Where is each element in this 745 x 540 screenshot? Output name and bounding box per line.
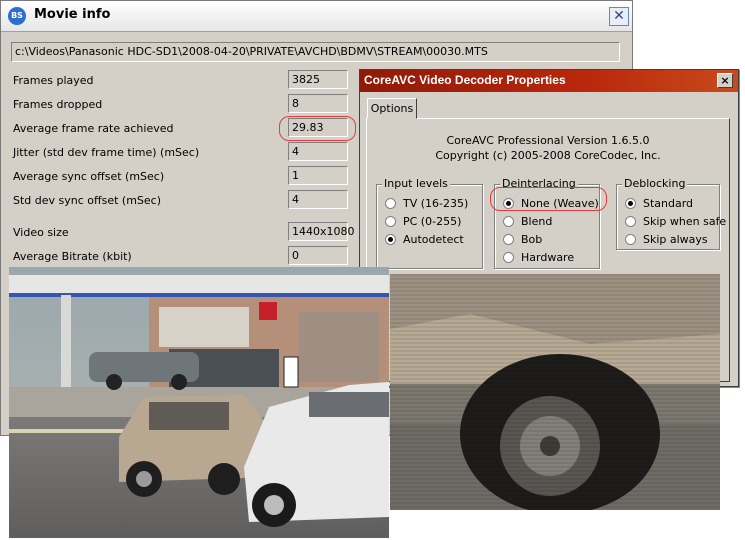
radio-blend[interactable]: Blend <box>503 215 552 228</box>
close-icon[interactable]: ✕ <box>609 7 629 26</box>
radio-label: Bob <box>521 233 543 246</box>
std-dev-sync-offset-value: 4 <box>288 190 348 209</box>
radio-label: Skip always <box>643 233 708 246</box>
wheel-closeup-photo <box>390 274 720 510</box>
radio-label: Skip when safe <box>643 215 727 228</box>
street-scene-photo <box>9 267 389 538</box>
street-scene-image <box>9 267 389 538</box>
radio-label: TV (16-235) <box>403 197 469 210</box>
wheel-closeup-image <box>390 274 720 510</box>
movie-info-titlebar[interactable]: BS Movie info ✕ <box>1 1 632 32</box>
frame-rate-highlight <box>279 116 356 141</box>
radio-label: PC (0-255) <box>403 215 462 228</box>
radio-button-icon <box>503 252 514 263</box>
frames-played-value: 3825 <box>288 70 348 89</box>
avg-bitrate-value: 0 <box>288 246 348 265</box>
video-size-label: Video size <box>13 226 69 239</box>
radio-button-icon <box>385 198 396 209</box>
radio-button-icon <box>625 234 636 245</box>
file-path-field[interactable]: c:\Videos\Panasonic HDC-SD1\2008-04-20\P… <box>11 42 620 62</box>
frames-dropped-value: 8 <box>288 94 348 113</box>
avg-sync-offset-label: Average sync offset (mSec) <box>13 170 165 183</box>
radio-label: Autodetect <box>403 233 464 246</box>
coreavc-titlebar[interactable]: CoreAVC Video Decoder Properties × <box>360 70 738 92</box>
app-logo-icon: BS <box>8 7 26 25</box>
version-text: CoreAVC Professional Version 1.6.5.0 <box>446 134 650 147</box>
coreavc-title: CoreAVC Video Decoder Properties <box>364 73 566 87</box>
radio-label: Standard <box>643 197 694 210</box>
frames-dropped-label: Frames dropped <box>13 98 103 111</box>
copyright-text: Copyright (c) 2005-2008 CoreCodec, Inc. <box>435 149 661 162</box>
avg-frame-rate-label: Average frame rate achieved <box>13 122 174 135</box>
radio-skip-when-safe[interactable]: Skip when safe <box>625 215 726 228</box>
radio-autodetect[interactable]: Autodetect <box>385 233 464 246</box>
tab-options[interactable]: Options <box>367 98 417 119</box>
window-title: Movie info <box>34 7 111 22</box>
radio-label: Hardware <box>521 251 575 264</box>
radio-tv-16-235[interactable]: TV (16-235) <box>385 197 468 210</box>
coreavc-close-icon[interactable]: × <box>717 73 733 88</box>
radio-label: Blend <box>521 215 553 228</box>
jitter-value: 4 <box>288 142 348 161</box>
std-dev-sync-offset-label: Std dev sync offset (mSec) <box>13 194 162 207</box>
avg-sync-offset-value: 1 <box>288 166 348 185</box>
avg-bitrate-label: Average Bitrate (kbit) <box>13 250 132 263</box>
deinterlacing-highlight <box>490 187 607 211</box>
radio-pc-0-255[interactable]: PC (0-255) <box>385 215 461 228</box>
radio-button-icon <box>385 216 396 227</box>
deblocking-title: Deblocking <box>622 177 688 190</box>
radio-button-icon <box>503 216 514 227</box>
frames-played-label: Frames played <box>13 74 94 87</box>
radio-button-icon <box>625 216 636 227</box>
radio-hardware[interactable]: Hardware <box>503 251 574 264</box>
radio-bob[interactable]: Bob <box>503 233 542 246</box>
input-levels-group: Input levels TV (16-235) PC (0-255) Auto… <box>376 177 483 269</box>
radio-button-selected-icon <box>385 234 396 245</box>
jitter-label: Jitter (std dev frame time) (mSec) <box>13 146 200 159</box>
video-size-value: 1440x1080 <box>288 222 355 241</box>
radio-button-icon <box>503 234 514 245</box>
radio-standard[interactable]: Standard <box>625 197 693 210</box>
deblocking-group: Deblocking Standard Skip when safe Skip … <box>616 177 726 250</box>
input-levels-title: Input levels <box>382 177 450 190</box>
radio-skip-always[interactable]: Skip always <box>625 233 708 246</box>
radio-button-selected-icon <box>625 198 636 209</box>
